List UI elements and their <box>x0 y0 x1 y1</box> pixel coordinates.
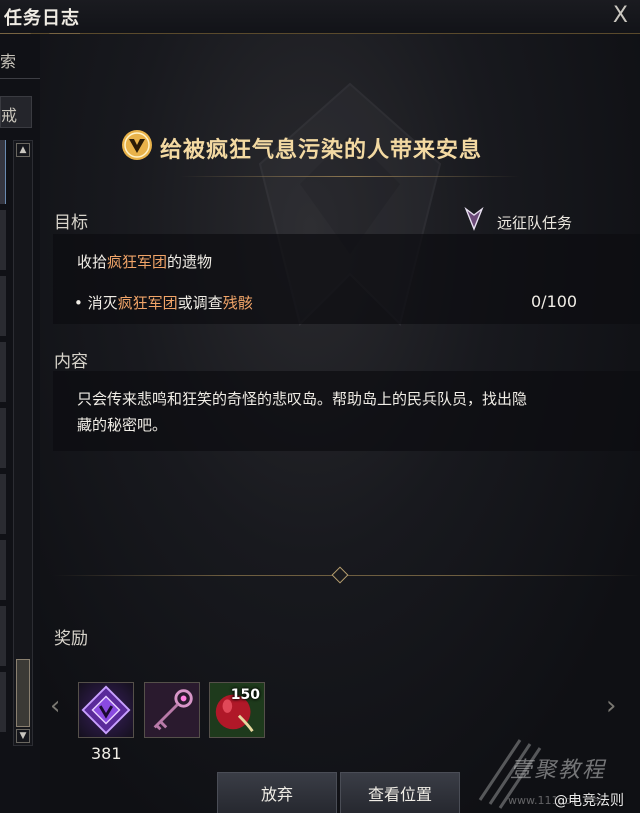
list-item[interactable] <box>0 342 6 402</box>
divider-ornament <box>331 566 349 584</box>
list-item[interactable] <box>0 210 6 270</box>
content-line-1: 只会传来悲鸣和狂笑的奇怪的悲叹岛。帮助岛上的民兵队员，找出隐 <box>77 390 528 408</box>
task-bullet: • <box>74 294 83 312</box>
objective-progress: 0/100 <box>531 292 578 311</box>
list-item[interactable] <box>0 540 6 600</box>
view-location-button[interactable]: 查看位置 <box>340 772 460 813</box>
content-line-2: 藏的秘密吧。 <box>77 416 168 434</box>
objective-main-text: 收拾疯狂军团的遗物 <box>77 251 212 272</box>
quest-detail-panel: 给被疯狂气息污染的人带来安息 目标 远征队任务 收拾疯狂军团的遗物 • 消灭疯狂… <box>40 34 640 813</box>
rewards-prev-arrow[interactable]: ‹ <box>50 691 60 721</box>
rewards-section-label: 奖励 <box>54 629 88 649</box>
content-section-label: 内容 <box>54 352 88 372</box>
reward-item-crystal[interactable] <box>78 682 134 738</box>
objective-main-suffix: 的遗物 <box>167 253 213 271</box>
quest-list-sidebar: 索 戒 ▲ ▼ <box>0 34 74 813</box>
task-part1: 消灭 <box>87 294 118 312</box>
scroll-thumb[interactable] <box>16 659 30 727</box>
reward-count-fruit: 150 <box>230 687 260 703</box>
list-item[interactable] <box>0 672 6 732</box>
sidebar-tab[interactable]: 索 <box>0 48 16 72</box>
list-item[interactable] <box>0 140 6 204</box>
reward-count-crystal: 381 <box>91 744 122 763</box>
list-item[interactable] <box>0 606 6 666</box>
content-panel <box>53 371 640 451</box>
objective-task-text: • 消灭疯狂军团或调查残骸 <box>74 292 253 313</box>
close-button[interactable]: X <box>613 3 628 28</box>
task-part2: 或调查 <box>177 294 223 312</box>
objective-section-label: 目标 <box>54 213 88 233</box>
scroll-up-button[interactable]: ▲ <box>16 143 30 157</box>
title-bar: 任务日志 X <box>0 0 640 34</box>
list-item[interactable] <box>0 276 6 336</box>
sidebar-filter-dropdown[interactable]: 戒 <box>0 96 32 128</box>
expedition-quest-icon <box>464 207 484 231</box>
scroll-down-button[interactable]: ▼ <box>16 729 30 743</box>
quest-emblem-icon <box>122 130 152 160</box>
reward-item-fruit[interactable]: 150 <box>209 682 265 738</box>
purple-crystal-icon <box>81 685 131 735</box>
watermark-channel: @电竞法则 <box>554 793 624 809</box>
quest-header: 给被疯狂气息污染的人带来安息 <box>120 126 560 166</box>
objective-main-highlight: 疯狂军团 <box>107 253 168 271</box>
objective-main-prefix: 收拾 <box>77 253 108 271</box>
task-highlight2: 残骸 <box>222 294 253 312</box>
watermark-text: 壹聚教程 <box>510 758 607 783</box>
sidebar-scrollbar[interactable]: ▲ ▼ <box>13 140 33 746</box>
quest-type-label: 远征队任务 <box>497 214 573 232</box>
header-underline <box>180 176 520 177</box>
rewards-next-arrow[interactable]: › <box>606 691 616 721</box>
abandon-button[interactable]: 放弃 <box>217 772 337 813</box>
task-highlight1: 疯狂军团 <box>117 294 178 312</box>
list-item[interactable] <box>0 474 6 534</box>
reward-item-key[interactable] <box>144 682 200 738</box>
window-title: 任务日志 <box>4 8 80 29</box>
quest-title: 给被疯狂气息污染的人带来安息 <box>160 138 483 163</box>
key-icon <box>153 689 193 731</box>
list-item[interactable] <box>0 408 6 468</box>
